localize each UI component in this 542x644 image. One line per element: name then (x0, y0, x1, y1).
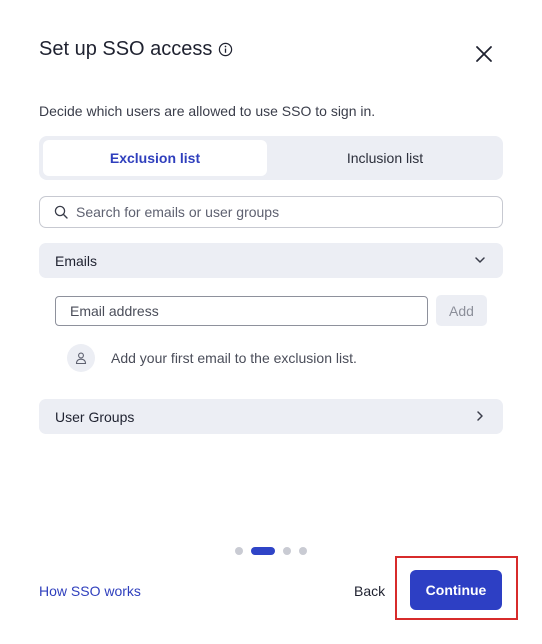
title-row: Set up SSO access (39, 38, 233, 61)
dialog-description: Decide which users are allowed to use SS… (39, 103, 376, 119)
continue-button[interactable]: Continue (410, 570, 502, 610)
search-box (39, 196, 503, 228)
list-type-tabs: Exclusion list Inclusion list (39, 136, 503, 180)
step-dot (235, 547, 243, 555)
step-dot (299, 547, 307, 555)
user-icon (67, 344, 95, 372)
tab-inclusion-list[interactable]: Inclusion list (271, 140, 499, 176)
email-address-field[interactable] (70, 303, 410, 319)
step-dot-active (251, 547, 275, 555)
search-input[interactable] (76, 204, 476, 220)
chevron-right-icon (473, 409, 487, 423)
step-dot (283, 547, 291, 555)
how-sso-works-link[interactable]: How SSO works (39, 583, 141, 599)
empty-state-message: Add your first email to the exclusion li… (111, 350, 357, 366)
user-groups-section-header[interactable]: User Groups (39, 399, 503, 434)
user-groups-section-label: User Groups (55, 408, 135, 425)
search-icon (54, 205, 68, 219)
emails-section-header[interactable]: Emails (39, 243, 503, 278)
empty-state: Add your first email to the exclusion li… (67, 344, 357, 372)
back-button[interactable]: Back (354, 583, 385, 599)
chevron-down-icon (473, 253, 487, 267)
email-input-box (55, 296, 428, 326)
emails-section-label: Emails (55, 252, 98, 269)
add-email-button[interactable]: Add (436, 295, 487, 326)
tab-exclusion-list[interactable]: Exclusion list (43, 140, 267, 176)
close-icon (475, 45, 493, 63)
close-button[interactable] (472, 42, 496, 66)
info-icon[interactable] (218, 42, 233, 57)
sso-setup-dialog: Set up SSO access Decide which users are… (0, 0, 542, 644)
dialog-title: Set up SSO access (39, 38, 213, 60)
